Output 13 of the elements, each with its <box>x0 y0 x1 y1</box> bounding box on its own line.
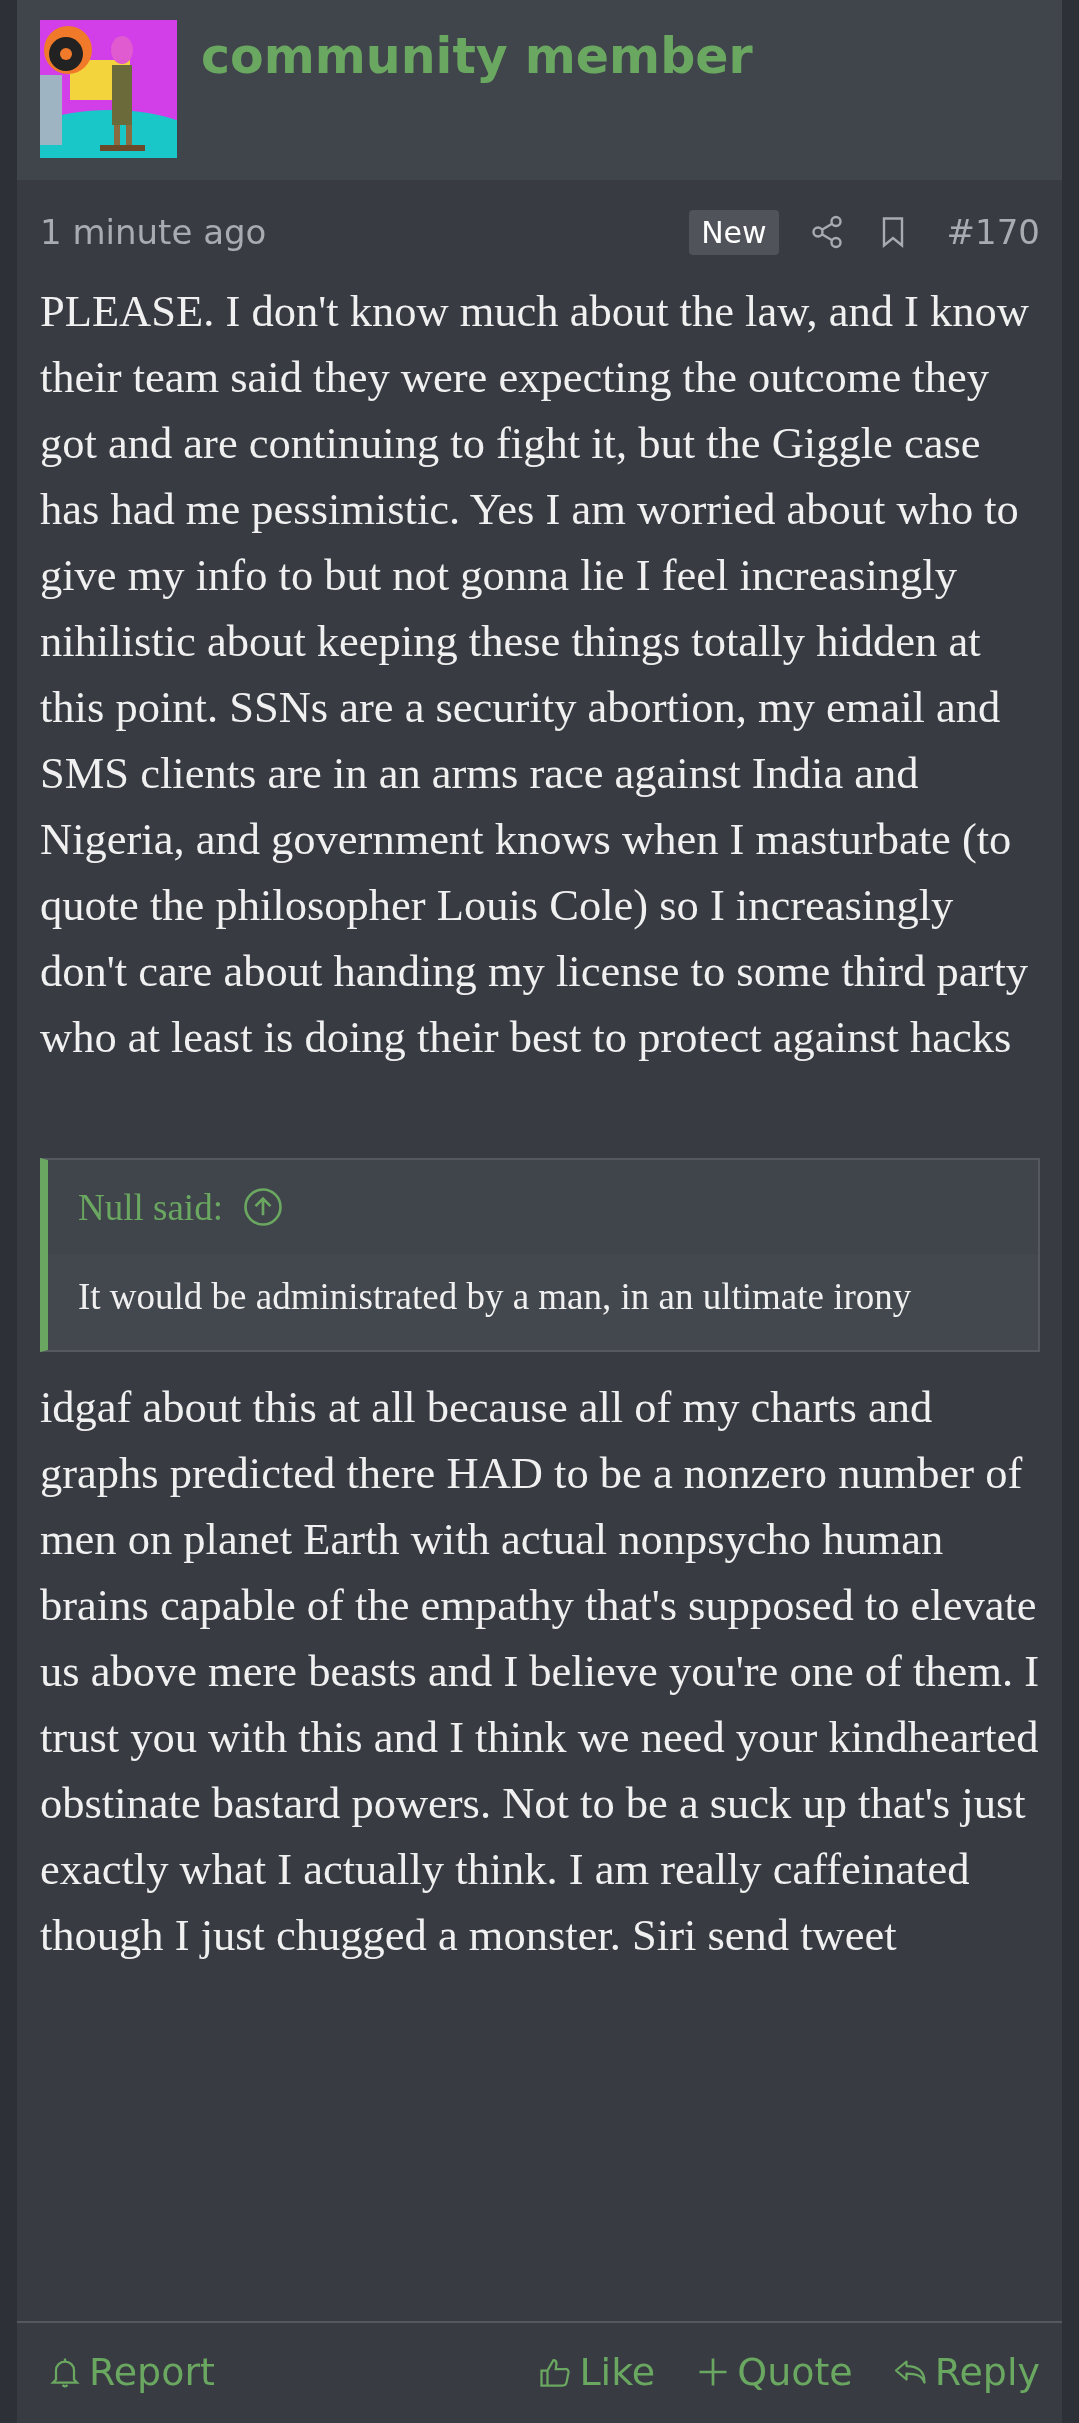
post-text: PLEASE. I don't know much about the law, and I know their team said they were expecting the outcome they got and are continuing to fight it, but the Giggle case has had me pessimistic. Yes I am worried about who to give my info to but not gonna lie I feel increasingly nihilistic about keeping these things totally hidden at this point. SSNs are a security abortion, my email and SMS clients are in an arms race against India and Nigeria, and government knows when I masturbate (to quote the philosopher Louis Cole) so I increasingly don't care about handing my license to some third party who at least is doing their best to protect against hacks <box>40 285 1030 1064</box>
post-number[interactable]: #170 <box>946 212 1040 252</box>
new-badge: New <box>689 209 779 255</box>
quote-text: It would be administrated by a man, in an ultimate irony <box>78 1276 912 1317</box>
arrow-up-icon[interactable] <box>242 1187 283 1227</box>
username[interactable]: community member <box>201 28 753 85</box>
report-link[interactable]: Report <box>47 2350 215 2394</box>
quote-link[interactable]: Quote <box>695 2350 853 2394</box>
quote-attribution[interactable]: Null said: <box>78 1185 223 1229</box>
post-text: idgaf about this at all because all of my charts and graphs predicted there HAD to be a nonzero number of men on planet Earth with actual nonpsycho human brains capable of the empathy that's supposed to elevate us above mere beasts and I believe you're one of them. I trust you with this and I think we need your kindhearted obstinate bastard powers. Not to be a suck up that's just exactly what I actually think. I am really caffeinated though I just chugged a monster. Siri send tweet <box>40 1381 1040 1962</box>
reply-link[interactable]: Reply <box>892 2350 1040 2394</box>
post-time[interactable]: 1 minute ago <box>40 212 267 252</box>
like-link[interactable]: Like <box>537 2350 656 2394</box>
